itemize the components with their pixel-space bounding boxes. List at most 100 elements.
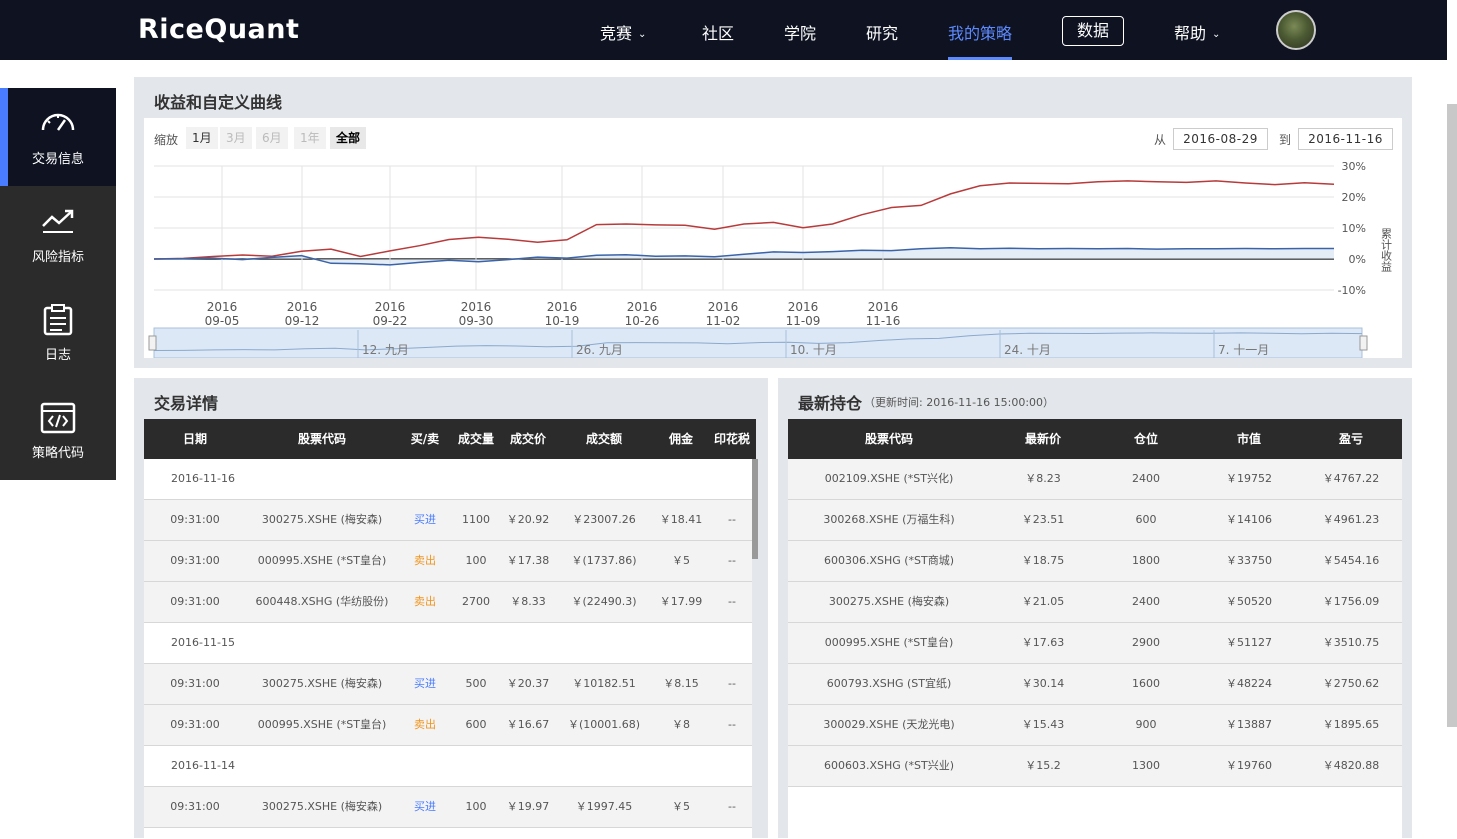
chart-panel-title: 收益和自定义曲线	[154, 93, 283, 112]
nav-research[interactable]: 研究	[866, 20, 898, 44]
y-tick-label: 20%	[1342, 191, 1366, 204]
col-date-cell: 09:31:00	[170, 800, 220, 813]
col-market-value-cell: ￥14106	[1226, 513, 1272, 526]
col-pnl-cell: ￥3510.75	[1322, 636, 1380, 649]
position-row: 600603.XSHG (*ST兴业) ￥15.2 1300 ￥19760 ￥4820.…	[788, 746, 1402, 787]
x-tick-year: 2016	[207, 300, 238, 314]
col-quantity-cell: 500	[465, 677, 487, 690]
col-last-price-cell: ￥15.2	[1025, 759, 1061, 772]
x-tick-date: 10-19	[545, 314, 580, 328]
sidebar-item-label: 风险指标	[31, 250, 84, 265]
x-tick-date: 09-05	[205, 314, 240, 328]
navigator-label: 26. 九月	[576, 343, 623, 357]
col-pnl-cell: ￥1756.09	[1322, 595, 1380, 608]
col-amount-cell: ￥10182.51	[572, 677, 636, 690]
page-scrollbar[interactable]	[1447, 104, 1457, 727]
navigator-handle-left[interactable]	[148, 335, 157, 351]
sidebar-item-trade-info[interactable]: 交易信息	[0, 88, 116, 186]
x-tick-date: 11-09	[786, 314, 821, 328]
nav-label: 竞赛	[600, 24, 633, 43]
col-last-price-header: 最新价	[1024, 432, 1061, 446]
user-avatar[interactable]	[1276, 10, 1316, 50]
nav-competition[interactable]: 竞赛 ⌄	[600, 20, 646, 44]
col-price-cell: ￥17.38	[506, 554, 550, 567]
x-tick-year: 2016	[708, 300, 739, 314]
col-last-price-cell: ￥8.23	[1025, 472, 1061, 485]
position-row: 300268.XSHE (万福生科) ￥23.51 600 ￥14106 ￥4961.2…	[788, 500, 1402, 541]
col-amount-cell: ￥1997.45	[575, 800, 633, 813]
trade-date-group-label: 2016-11-16	[171, 472, 235, 485]
position-row: 600793.XSHG (ST宜纸) ￥30.14 1600 ￥48224 ￥2750.…	[788, 664, 1402, 705]
chevron-down-icon: ⌄	[638, 29, 647, 40]
col-stock-code-cell: 300275.XSHE (梅安森)	[261, 677, 383, 690]
col-quantity-header: 成交量	[457, 432, 494, 446]
col-price-cell: ￥20.92	[506, 513, 550, 526]
trades-scrollbar[interactable]	[752, 459, 758, 559]
col-date-cell: 09:31:00	[170, 677, 220, 690]
col-commission-cell: ￥8.15	[663, 677, 699, 690]
col-amount-cell: ￥(10001.68)	[567, 718, 641, 731]
sidebar-item-risk-metrics[interactable]: 风险指标	[0, 186, 116, 284]
col-side-cell: 卖出	[414, 554, 436, 567]
col-last-price-cell: ￥18.75	[1021, 554, 1065, 567]
col-quantity-cell: 600	[465, 718, 487, 731]
nav-active-indicator	[948, 57, 1012, 60]
col-stock-code-cell: 300029.XSHE (天龙光电)	[823, 718, 955, 731]
position-row: 300029.XSHE (天龙光电) ￥15.43 900 ￥13887 ￥1895.6…	[788, 705, 1402, 746]
col-side-cell: 买进	[414, 677, 436, 690]
trade-row: 09:31:00 300275.XSHE (梅安森) 买进 500 ￥20.37 ￥101…	[144, 664, 752, 705]
col-commission-cell: ￥5	[672, 800, 690, 813]
col-price-cell: ￥16.67	[506, 718, 550, 731]
nav-academy[interactable]: 学院	[784, 20, 816, 44]
nav-my-strategies[interactable]: 我的策略	[948, 20, 1012, 44]
x-tick-year: 2016	[627, 300, 658, 314]
navigator-handle-right[interactable]	[1359, 335, 1368, 351]
x-tick-year: 2016	[547, 300, 578, 314]
col-position-cell: 1800	[1132, 554, 1160, 567]
col-market-value-cell: ￥33750	[1226, 554, 1272, 567]
nav-help[interactable]: 帮助 ⌄	[1174, 20, 1220, 44]
col-stamp-tax-cell: --	[728, 513, 736, 526]
col-stock-code-cell: 300275.XSHE (梅安森)	[828, 595, 950, 608]
col-amount-header: 成交额	[585, 432, 622, 446]
col-stock-code-cell: 300268.XSHE (万福生科)	[823, 513, 955, 526]
col-commission-cell: ￥8	[672, 718, 690, 731]
nav-community[interactable]: 社区	[702, 20, 734, 44]
sidebar-item-log[interactable]: 日志	[0, 284, 116, 382]
col-position-cell: 900	[1135, 718, 1157, 731]
col-side-cell: 买进	[414, 800, 436, 813]
col-stock-code-header: 股票代码	[297, 432, 346, 446]
navigator-label: 24. 十月	[1004, 343, 1051, 357]
col-position-header: 仓位	[1133, 432, 1158, 446]
chart-plot: 12. 九月 26. 九月 10. 十月 24. 十月 7. 十一月 30% 20% 10%…	[148, 160, 1393, 358]
col-date-cell: 09:31:00	[170, 718, 220, 731]
col-date-cell: 09:31:00	[170, 554, 220, 567]
col-price-cell: ￥19.97	[506, 800, 550, 813]
position-row: 000995.XSHE (*ST皇台) ￥17.63 2900 ￥51127 ￥3510…	[788, 623, 1402, 664]
trade-date-group-row: 2016-11-14	[144, 746, 752, 787]
x-tick-date: 09-12	[285, 314, 320, 328]
navigator-label: 7. 十一月	[1218, 343, 1269, 357]
col-stamp-tax-cell: --	[728, 677, 736, 690]
trade-row: 09:31:00 000995.XSHE (*ST皇台) 卖出 100 ￥17.38 ￥(…	[144, 541, 752, 582]
col-pnl-header: 盈亏	[1338, 432, 1363, 446]
col-stock-code-cell: 300275.XSHE (梅安森)	[261, 513, 383, 526]
col-price-cell: ￥8.33	[510, 595, 546, 608]
col-amount-cell: ￥(22490.3)	[571, 595, 637, 608]
ricequant-logo[interactable]: RiceQuant	[138, 14, 299, 45]
nav-data-button[interactable]: 数据	[1062, 16, 1124, 46]
col-commission-cell: ￥5	[672, 554, 690, 567]
chevron-down-icon: ⌄	[1212, 29, 1221, 40]
sidebar-item-strategy-code[interactable]: 策略代码	[0, 382, 116, 480]
col-price-cell: ￥20.37	[506, 677, 550, 690]
x-tick-date: 09-22	[373, 314, 408, 328]
sidebar-item-label: 日志	[44, 348, 71, 363]
clipboard-icon	[43, 304, 73, 336]
col-stock-code-cell: 600448.XSHG (华纺股份)	[255, 595, 389, 608]
sidebar-item-label: 策略代码	[31, 446, 84, 461]
col-pnl-cell: ￥4820.88	[1322, 759, 1380, 772]
x-tick-year: 2016	[375, 300, 406, 314]
col-stock-code-cell: 600603.XSHG (*ST兴业)	[823, 759, 955, 772]
y-tick-label: 0%	[1349, 253, 1366, 266]
position-row: 600306.XSHG (*ST商城) ￥18.75 1800 ￥33750 ￥5454…	[788, 541, 1402, 582]
